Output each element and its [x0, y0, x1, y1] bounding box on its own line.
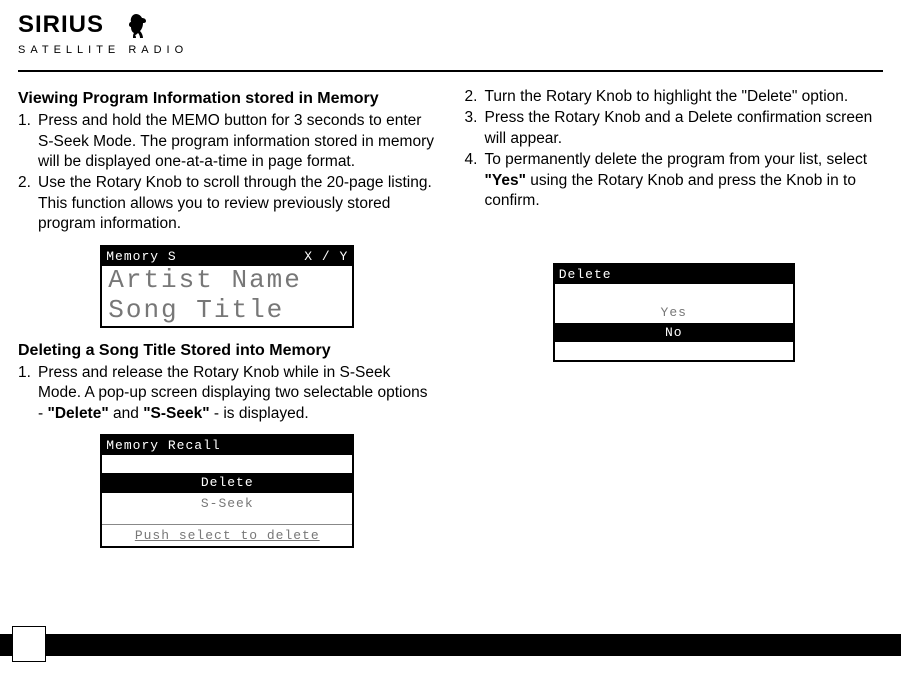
lcd-blank	[555, 284, 793, 302]
step-4r: 4. To permanently delete the program fro…	[465, 150, 884, 211]
lcd-blank	[555, 342, 793, 360]
step-2r: 2. Turn the Rotary Knob to highlight the…	[465, 87, 884, 107]
lcd-bar-right: X / Y	[304, 248, 348, 265]
step-3r: 3. Press the Rotary Knob and a Delete co…	[465, 108, 884, 149]
step-number: 1.	[18, 111, 36, 172]
step-number: 2.	[18, 173, 36, 234]
lcd-bar-text: Delete	[559, 266, 612, 283]
lcd-memory-recall: Memory Recall Delete S-Seek Push select …	[100, 434, 354, 548]
step-text: Use the Rotary Knob to scroll through th…	[36, 173, 437, 234]
lcd-option-delete: Delete	[102, 473, 352, 492]
step-text: Press the Rotary Knob and a Delete confi…	[483, 108, 884, 149]
step-text: Press and hold the MEMO button for 3 sec…	[36, 111, 437, 172]
step-number: 1.	[18, 363, 36, 424]
lcd-title-bar: Memory S X / Y	[102, 247, 352, 266]
right-column: 2. Turn the Rotary Knob to highlight the…	[465, 86, 884, 560]
sirius-logo: SIRIUS	[18, 10, 168, 46]
lcd-bar-text: Memory Recall	[106, 437, 220, 454]
page-number-box	[12, 626, 46, 662]
lcd-option-yes: Yes	[555, 302, 793, 323]
step-text: To permanently delete the program from y…	[483, 150, 884, 211]
step-number: 4.	[465, 150, 483, 211]
left-column: Viewing Program Information stored in Me…	[18, 86, 437, 560]
brand-logo: SIRIUS SATELLITE RADIO	[18, 10, 883, 56]
logo-subtitle: SATELLITE RADIO	[18, 44, 188, 56]
lcd-option-no: No	[555, 323, 793, 342]
step-1b: 1. Press and release the Rotary Knob whi…	[18, 363, 437, 424]
lcd-blank	[102, 455, 352, 473]
lcd-blank	[102, 514, 352, 524]
lcd-title-bar: Memory Recall	[102, 436, 352, 455]
step-number: 2.	[465, 87, 483, 107]
section-title-viewing: Viewing Program Information stored in Me…	[18, 88, 437, 109]
step-1: 1. Press and hold the MEMO button for 3 …	[18, 111, 437, 172]
logo-text: SIRIUS	[18, 11, 104, 38]
step-text: Press and release the Rotary Knob while …	[36, 363, 437, 424]
lcd-bar-left: Memory S	[106, 248, 176, 265]
lcd-option-sseek: S-Seek	[102, 493, 352, 514]
step-number: 3.	[465, 108, 483, 149]
lcd-song-line: Song Title	[102, 296, 352, 326]
section-title-deleting: Deleting a Song Title Stored into Memory	[18, 340, 437, 361]
header-divider	[18, 70, 883, 72]
lcd-hint: Push select to delete	[102, 524, 352, 546]
lcd-title-bar: Delete	[555, 265, 793, 284]
step-2: 2. Use the Rotary Knob to scroll through…	[18, 173, 437, 234]
lcd-delete-confirm: Delete Yes No	[553, 263, 795, 362]
step-text: Turn the Rotary Knob to highlight the "D…	[483, 87, 884, 107]
lcd-artist-line: Artist Name	[102, 266, 352, 296]
footer-bar	[0, 634, 901, 656]
lcd-memory-info: Memory S X / Y Artist Name Song Title	[100, 245, 354, 328]
